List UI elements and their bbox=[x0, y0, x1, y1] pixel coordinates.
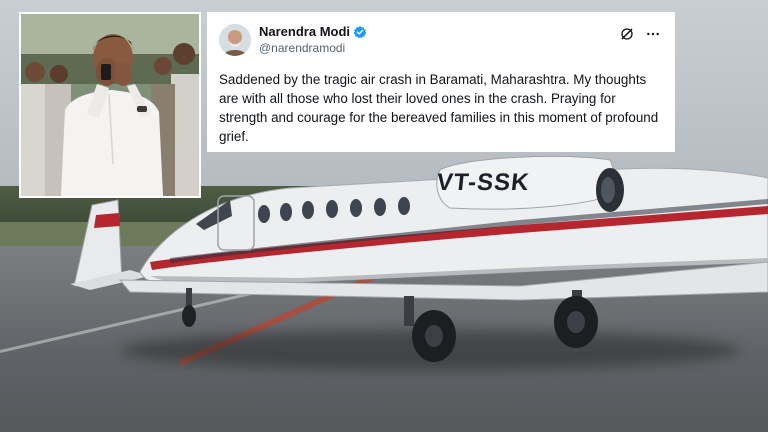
author-handle[interactable]: @narendramodi bbox=[259, 40, 367, 56]
more-options-icon[interactable] bbox=[645, 26, 661, 42]
avatar[interactable] bbox=[219, 24, 251, 56]
grok-icon[interactable] bbox=[619, 26, 635, 42]
mourner-photo bbox=[21, 14, 199, 196]
author-name[interactable]: Narendra Modi bbox=[259, 24, 350, 40]
aircraft-registration: VT-SSK bbox=[435, 169, 530, 196]
post-header: Narendra Modi @narendramodi bbox=[219, 24, 661, 56]
post-card: Narendra Modi @narendramodi Saddened by … bbox=[207, 12, 675, 152]
author-name-row: Narendra Modi bbox=[259, 24, 367, 40]
inset-photo bbox=[19, 12, 201, 198]
post-text: Saddened by the tragic air crash in Bara… bbox=[219, 72, 659, 144]
author-info: Narendra Modi @narendramodi bbox=[259, 24, 367, 56]
verified-badge-icon bbox=[353, 25, 367, 39]
post-header-actions bbox=[619, 24, 661, 42]
